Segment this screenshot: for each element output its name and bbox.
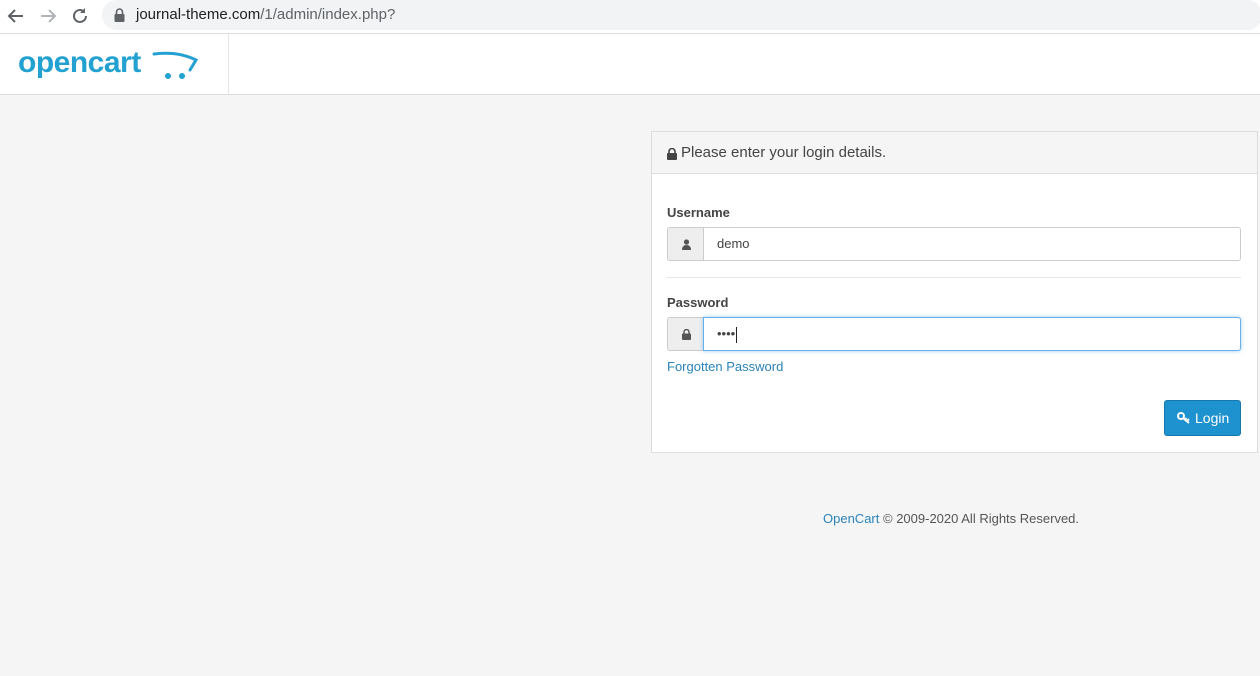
password-label: Password xyxy=(667,295,729,310)
login-panel: Please enter your login details. Usernam… xyxy=(651,131,1258,453)
cart-logo-icon xyxy=(152,50,199,85)
panel-heading: Please enter your login details. xyxy=(652,132,1257,174)
username-input-group: demo xyxy=(667,227,1241,261)
username-label: Username xyxy=(667,205,730,220)
logo-container[interactable]: opencart xyxy=(0,34,229,94)
text-caret xyxy=(736,326,738,343)
login-button-label: Login xyxy=(1195,410,1230,426)
lock-icon xyxy=(114,8,125,27)
address-bar[interactable]: journal-theme.com/1/admin/index.php? xyxy=(102,0,1260,30)
lock-icon xyxy=(667,147,677,165)
panel-title: Please enter your login details. xyxy=(681,144,887,161)
login-button[interactable]: Login xyxy=(1164,400,1241,436)
footer: OpenCart © 2009-2020 All Rights Reserved… xyxy=(823,511,1079,526)
user-icon xyxy=(667,227,703,261)
forgotten-password-link[interactable]: Forgotten Password xyxy=(667,359,783,374)
reload-icon[interactable] xyxy=(69,5,91,27)
password-field[interactable]: •••• xyxy=(703,317,1241,351)
password-value: •••• xyxy=(717,326,736,341)
opencart-link[interactable]: OpenCart xyxy=(823,511,879,526)
url-host: journal-theme.com xyxy=(136,6,261,23)
copyright-text: © 2009-2020 All Rights Reserved. xyxy=(883,511,1080,526)
admin-header: opencart xyxy=(0,34,1260,95)
key-icon xyxy=(1177,412,1190,424)
browser-toolbar: journal-theme.com/1/admin/index.php? xyxy=(0,0,1260,34)
url-path: /1/admin/index.php? xyxy=(260,6,396,23)
divider xyxy=(667,277,1241,278)
username-field[interactable]: demo xyxy=(703,227,1241,261)
lock-icon xyxy=(667,317,703,351)
url-text: journal-theme.com/1/admin/index.php? xyxy=(136,6,395,23)
back-arrow-icon[interactable] xyxy=(5,5,27,27)
password-input-group: •••• xyxy=(667,317,1241,351)
forward-arrow-icon[interactable] xyxy=(37,5,59,27)
logo: opencart xyxy=(18,46,141,79)
